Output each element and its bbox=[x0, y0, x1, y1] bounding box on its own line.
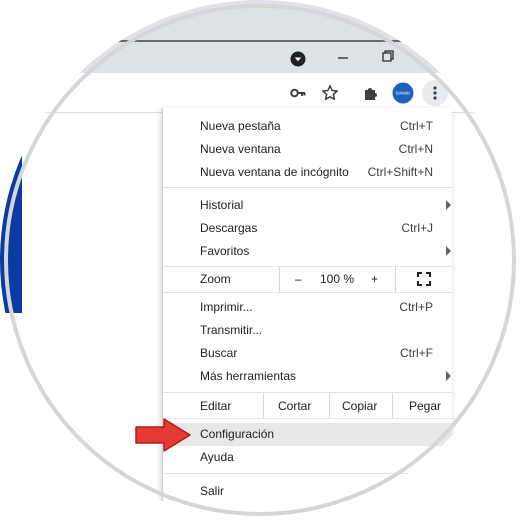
submenu-arrow-icon bbox=[446, 452, 451, 462]
zoom-out-button[interactable]: – bbox=[295, 272, 302, 286]
menu-item-label: Transmitir... bbox=[200, 323, 263, 337]
menu-item-incognito[interactable]: Nueva ventana de incógnito Ctrl+Shift+N bbox=[163, 161, 453, 184]
zoom-value: 100 % bbox=[320, 272, 355, 286]
menu-item-shortcut: Ctrl+P bbox=[399, 300, 433, 314]
menu-item-find[interactable]: Buscar Ctrl+F bbox=[163, 342, 453, 365]
screenshot-frame: Solvetic Nueva pestaña Ctrl+T Nueva vent… bbox=[0, 0, 520, 520]
menu-item-exit[interactable]: Salir bbox=[163, 480, 453, 503]
menu-item-label: Salir bbox=[200, 484, 225, 498]
menu-separator bbox=[163, 473, 453, 474]
key-icon[interactable] bbox=[289, 84, 307, 102]
menu-item-shortcut: Ctrl+J bbox=[401, 221, 433, 235]
restore-icon[interactable] bbox=[380, 48, 396, 64]
copy-button[interactable]: Copiar bbox=[342, 399, 377, 413]
star-icon[interactable] bbox=[320, 83, 340, 103]
menu-item-label: Descargas bbox=[200, 221, 258, 235]
fullscreen-icon[interactable] bbox=[417, 272, 431, 286]
menu-item-downloads[interactable]: Descargas Ctrl+J bbox=[163, 217, 453, 240]
menu-item-new-window[interactable]: Nueva ventana Ctrl+N bbox=[163, 138, 453, 161]
menu-item-cast[interactable]: Transmitir... bbox=[163, 319, 453, 342]
menu-item-label: Más herramientas bbox=[200, 369, 297, 383]
menu-item-new-tab[interactable]: Nueva pestaña Ctrl+T bbox=[163, 115, 453, 138]
edit-divider bbox=[329, 393, 330, 418]
zoom-in-button[interactable]: + bbox=[371, 272, 378, 286]
zoom-divider bbox=[279, 267, 280, 292]
title-bar bbox=[0, 0, 520, 73]
zoom-label: Zoom bbox=[200, 272, 231, 286]
menu-item-label: Nueva ventana de incógnito bbox=[200, 165, 349, 179]
avatar-text: Solvetic bbox=[396, 91, 411, 96]
edit-divider bbox=[263, 393, 264, 418]
cut-button[interactable]: Cortar bbox=[278, 399, 311, 413]
menu-separator bbox=[163, 392, 453, 393]
menu-item-label: Buscar bbox=[200, 346, 238, 360]
zoom-divider bbox=[395, 267, 396, 292]
menu-item-shortcut: Ctrl+N bbox=[398, 142, 433, 156]
menu-item-label: Nueva ventana bbox=[200, 142, 281, 156]
menu-item-label: Imprimir... bbox=[200, 300, 253, 314]
avatar[interactable]: Solvetic bbox=[392, 82, 414, 104]
chrome-menu: Nueva pestaña Ctrl+T Nueva ventana Ctrl+… bbox=[162, 108, 453, 520]
edit-divider bbox=[392, 393, 393, 418]
menu-item-label: Favoritos bbox=[200, 244, 250, 258]
menu-item-history[interactable]: Historial bbox=[163, 194, 453, 217]
menu-separator bbox=[163, 187, 453, 188]
tab-search-icon[interactable] bbox=[289, 50, 307, 68]
menu-item-bookmarks[interactable]: Favoritos bbox=[163, 240, 453, 263]
menu-item-label: Ayuda bbox=[200, 450, 234, 464]
page-blue-panel bbox=[0, 113, 22, 313]
minimize-icon[interactable] bbox=[335, 50, 351, 66]
paste-button[interactable]: Pegar bbox=[409, 399, 441, 413]
menu-item-shortcut: Ctrl+F bbox=[400, 346, 433, 360]
menu-item-shortcut: Ctrl+Shift+N bbox=[367, 165, 433, 179]
three-dots-icon[interactable] bbox=[422, 80, 448, 106]
menu-item-more-tools[interactable]: Más herramientas bbox=[163, 365, 453, 388]
submenu-arrow-icon bbox=[446, 246, 451, 256]
menu-row-zoom: Zoom bbox=[163, 268, 453, 290]
menu-separator bbox=[163, 292, 453, 293]
menu-item-help[interactable]: Ayuda bbox=[163, 446, 453, 469]
menu-item-print[interactable]: Imprimir... Ctrl+P bbox=[163, 296, 453, 319]
menu-item-settings[interactable]: Configuración bbox=[163, 423, 453, 446]
menu-separator bbox=[163, 266, 453, 267]
tab-strip-edge bbox=[0, 40, 416, 42]
menu-item-label: Configuración bbox=[200, 427, 275, 441]
submenu-arrow-icon bbox=[446, 200, 451, 210]
pointer-arrow-icon bbox=[134, 418, 192, 452]
submenu-arrow-icon bbox=[446, 371, 451, 381]
menu-item-label: Historial bbox=[200, 198, 244, 212]
menu-item-label: Nueva pestaña bbox=[200, 119, 281, 133]
edit-label: Editar bbox=[200, 399, 232, 413]
menu-separator bbox=[163, 418, 453, 419]
menu-item-shortcut: Ctrl+T bbox=[400, 119, 433, 133]
puzzle-icon[interactable] bbox=[361, 83, 381, 103]
